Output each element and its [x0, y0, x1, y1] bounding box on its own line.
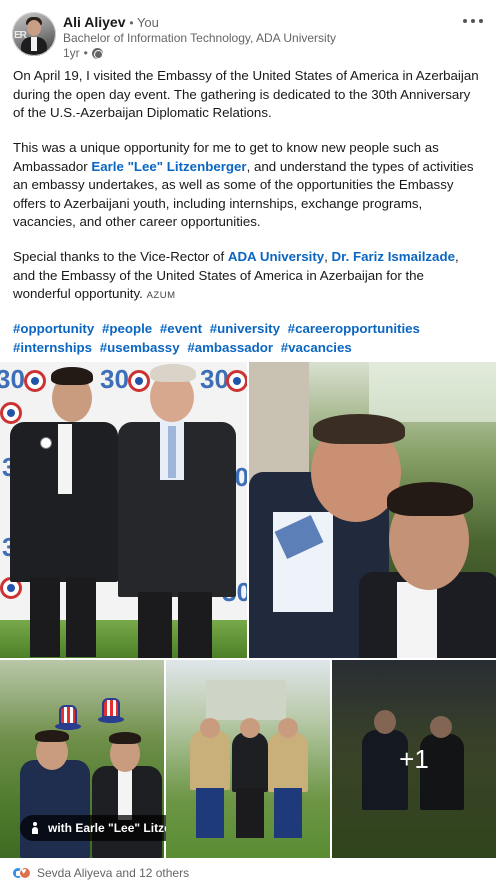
person-figure [20, 760, 90, 858]
post-photo-1[interactable]: 30 30 30 30 30 30 30 [0, 362, 247, 658]
post-text: Special thanks to the Vice-Rector of [13, 249, 228, 264]
hashtag-link[interactable]: #internships [13, 340, 92, 355]
author-headline: Bachelor of Information Technology, ADA … [63, 31, 337, 45]
post-card: ER Ali Aliyev • You Bachelor of Informat… [0, 0, 496, 888]
mention-link-ada-university[interactable]: ADA University [228, 249, 324, 264]
post-paragraph-2: This was a unique opportunity for me to … [13, 139, 483, 232]
reaction-icons [12, 866, 31, 879]
mention-link-ambassador[interactable]: Earle "Lee" Litzenberger [91, 159, 246, 174]
post-paragraph-3: Special thanks to the Vice-Rector of ADA… [13, 248, 483, 306]
banner-logo-text: 30 [100, 364, 129, 394]
emblem-icon [128, 370, 150, 392]
person-figure [268, 732, 308, 792]
author-name-row: Ali Aliyev • You [63, 13, 159, 32]
person-icon [30, 822, 40, 834]
hashtag-link[interactable]: #careeropportunities [288, 321, 420, 336]
emblem-icon [226, 370, 247, 392]
post-text: , [324, 249, 332, 264]
author-avatar[interactable]: ER [12, 12, 56, 56]
more-options-icon[interactable] [460, 12, 486, 30]
love-icon [19, 866, 31, 879]
hashtag-link[interactable]: #usembassy [100, 340, 180, 355]
emblem-icon [24, 370, 46, 392]
hashtag-list: #opportunity #people #event #university … [13, 320, 483, 357]
post-tag: AZUM [146, 290, 176, 301]
hashtag-link[interactable]: #university [210, 321, 280, 336]
hashtag-link[interactable]: #ambassador [187, 340, 273, 355]
more-photos-overlay[interactable]: +1 [332, 660, 496, 858]
reactions-summary[interactable]: Sevda Aliyeva and 12 others [12, 866, 189, 880]
hashtag-link[interactable]: #people [102, 321, 152, 336]
reactions-text: Sevda Aliyeva and 12 others [37, 866, 190, 880]
banner-logo-text: 30 [200, 364, 229, 394]
post-photo-2[interactable] [249, 362, 496, 658]
globe-icon [91, 48, 103, 59]
post-meta: 1yr • [63, 46, 103, 61]
person-figure [190, 730, 230, 790]
author-name[interactable]: Ali Aliyev [63, 14, 126, 30]
post-paragraph-1: On April 19, I visited the Embassy of th… [13, 68, 479, 120]
post-photo-4[interactable] [166, 660, 330, 858]
hat-icon [98, 698, 124, 728]
hashtag-link[interactable]: #event [160, 321, 202, 336]
author-relation: You [136, 15, 159, 30]
mention-link-fariz-ismailzade[interactable]: Dr. Fariz Ismailzade [332, 249, 455, 264]
person-figure [232, 732, 268, 792]
banner-logo-text: 30 [0, 364, 25, 394]
emblem-icon [0, 402, 22, 424]
hashtag-link[interactable]: #opportunity [13, 321, 94, 336]
separator-dot: • [83, 46, 88, 60]
post-time: 1yr [63, 46, 80, 60]
separator-dot: • [129, 16, 137, 30]
hashtag-link[interactable]: #vacancies [281, 340, 352, 355]
